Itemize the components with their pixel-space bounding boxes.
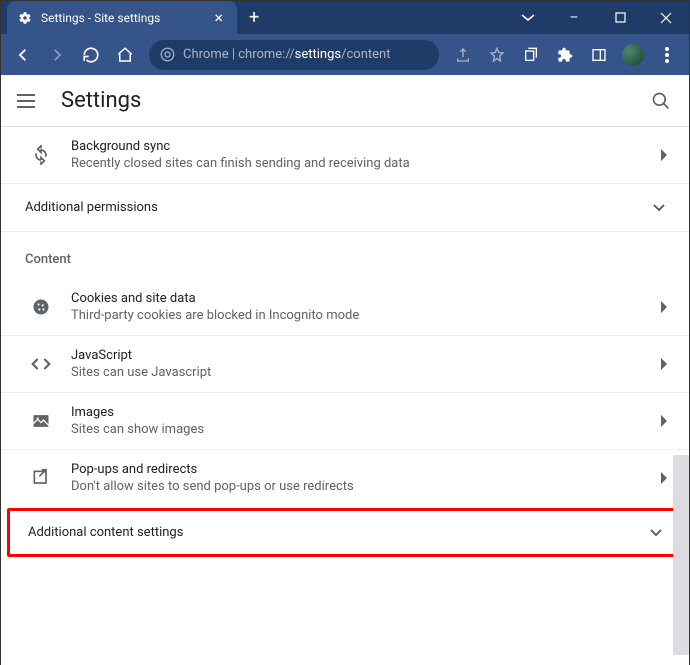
settings-header: Settings <box>1 75 689 127</box>
window-maximize-button[interactable] <box>597 1 643 34</box>
expander-additional-permissions[interactable]: Additional permissions <box>1 184 689 232</box>
row-title: Pop-ups and redirects <box>71 462 661 477</box>
cookie-icon <box>21 297 61 317</box>
chevron-right-icon <box>661 149 669 161</box>
gear-icon <box>17 10 33 26</box>
hamburger-menu-icon[interactable] <box>17 89 41 113</box>
sync-icon <box>21 145 61 165</box>
row-title: JavaScript <box>71 348 661 363</box>
code-icon <box>21 354 61 374</box>
chevron-right-icon <box>661 472 669 484</box>
section-header-content: Content <box>1 232 689 279</box>
chevron-down-icon <box>650 529 662 537</box>
collections-icon[interactable] <box>517 41 545 69</box>
image-icon <box>21 411 61 431</box>
home-button[interactable] <box>111 41 139 69</box>
scrollbar[interactable] <box>673 455 689 655</box>
forward-button[interactable] <box>43 41 71 69</box>
browser-titlebar: Settings - Site settings × + – <box>1 1 689 34</box>
row-subtitle: Sites can use Javascript <box>71 365 661 380</box>
row-subtitle: Sites can show images <box>71 422 661 437</box>
chevron-right-icon <box>661 415 669 427</box>
chrome-icon <box>159 47 175 63</box>
bookmark-star-icon[interactable] <box>483 41 511 69</box>
row-cookies[interactable]: Cookies and site data Third-party cookie… <box>1 279 689 336</box>
row-title: Background sync <box>71 139 661 154</box>
browser-toolbar: Chrome | chrome://settings/content <box>1 34 689 75</box>
address-bar[interactable]: Chrome | chrome://settings/content <box>149 40 439 70</box>
tab-title: Settings - Site settings <box>41 11 202 25</box>
search-icon[interactable] <box>649 89 673 113</box>
window-minimize-button[interactable]: – <box>551 1 597 34</box>
share-icon[interactable] <box>449 41 477 69</box>
browser-tab[interactable]: Settings - Site settings × <box>7 1 237 34</box>
close-tab-icon[interactable]: × <box>210 8 227 27</box>
side-panel-icon[interactable] <box>585 41 613 69</box>
chevron-down-icon <box>653 204 665 212</box>
row-title: Cookies and site data <box>71 291 661 306</box>
profile-avatar[interactable] <box>619 41 647 69</box>
url-text: Chrome | chrome://settings/content <box>183 47 390 62</box>
row-subtitle: Don't allow sites to send pop-ups or use… <box>71 479 661 494</box>
menu-dots-icon[interactable] <box>653 41 681 69</box>
row-popups[interactable]: Pop-ups and redirects Don't allow sites … <box>1 450 689 506</box>
new-tab-button[interactable]: + <box>237 7 271 28</box>
annotation-highlight: Additional content settings <box>7 508 683 557</box>
row-subtitle: Third-party cookies are blocked in Incog… <box>71 308 661 323</box>
chevron-right-icon <box>661 301 669 313</box>
chevron-right-icon <box>661 358 669 370</box>
chevron-down-icon[interactable] <box>505 1 551 34</box>
row-title: Images <box>71 405 661 420</box>
window-close-button[interactable] <box>643 1 689 34</box>
reload-button[interactable] <box>77 41 105 69</box>
expander-additional-content-settings[interactable]: Additional content settings <box>10 511 680 554</box>
row-images[interactable]: Images Sites can show images <box>1 393 689 450</box>
back-button[interactable] <box>9 41 37 69</box>
row-subtitle: Recently closed sites can finish sending… <box>71 156 661 171</box>
settings-content: Background sync Recently closed sites ca… <box>1 127 689 665</box>
row-background-sync[interactable]: Background sync Recently closed sites ca… <box>1 127 689 184</box>
extensions-icon[interactable] <box>551 41 579 69</box>
page-title: Settings <box>61 88 141 113</box>
popup-icon <box>21 468 61 488</box>
row-javascript[interactable]: JavaScript Sites can use Javascript <box>1 336 689 393</box>
